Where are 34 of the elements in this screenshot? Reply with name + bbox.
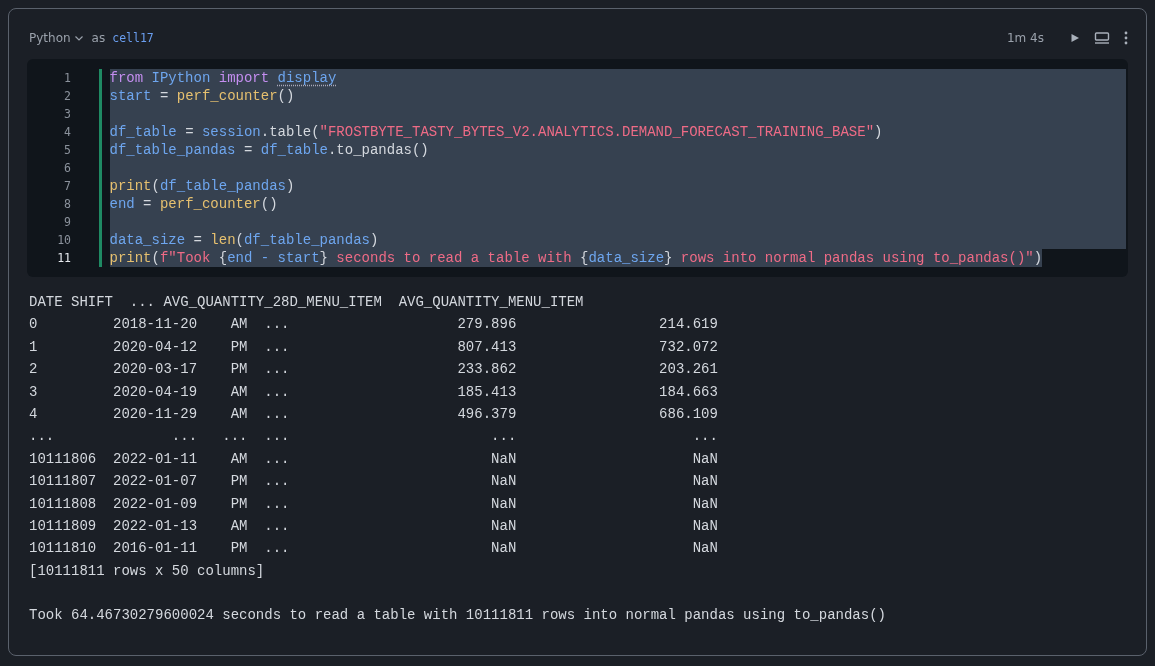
chevron-down-icon[interactable] — [73, 33, 84, 43]
language-label[interactable]: Python — [29, 31, 71, 45]
line-number: 1 — [63, 71, 71, 85]
output-line: 0 2018-11-20 AM ... 279.896 214.619 — [29, 315, 719, 335]
line-number: 9 — [63, 215, 71, 229]
line-number: 5 — [63, 143, 71, 157]
output-line: [10111811 rows x 50 columns] — [29, 561, 266, 581]
output-line: 3 2020-04-19 AM ... 185.413 184.663 — [29, 382, 719, 402]
output-line: 10111809 2022-01-13 AM ... NaN NaN — [29, 516, 719, 536]
output-line: 1 2020-04-12 PM ... 807.413 732.072 — [29, 337, 719, 357]
cell-name[interactable]: cell17 — [112, 31, 154, 45]
output-line: ... ... ... ... ... ... — [29, 427, 719, 447]
output-line: 4 2020-11-29 AM ... 496.379 686.109 — [29, 404, 719, 424]
output-line: 10111806 2022-01-11 AM ... NaN NaN — [29, 449, 719, 469]
line-number: 6 — [63, 161, 71, 175]
output-line: Took 64.46730279600024 seconds to read a table with 10111811 rows into normal pandas using to_pandas() — [29, 606, 887, 626]
line-number: 3 — [63, 107, 71, 121]
line-number: 7 — [63, 179, 71, 193]
as-label: as — [91, 31, 106, 45]
more-options-button[interactable] — [1124, 31, 1128, 45]
output-line: 10111807 2022-01-07 PM ... NaN NaN — [29, 472, 719, 492]
run-button[interactable] — [1070, 33, 1080, 43]
output-line: DATE SHIFT ... AVG_QUANTITY_28D_MENU_ITEM AVG_QUANTITY_MENU_ITEM — [29, 293, 585, 312]
line-number: 4 — [63, 125, 71, 139]
line-number: 8 — [63, 197, 71, 211]
line-number: 10 — [56, 233, 71, 247]
output-line: 2 2020-03-17 PM ... 233.862 203.261 — [29, 360, 719, 380]
run-duration: 1m 4s — [1006, 31, 1044, 45]
line-number: 2 — [63, 89, 71, 103]
code-editor[interactable] — [27, 59, 1128, 277]
line-number: 11 — [56, 251, 71, 265]
output-line: 10111810 2016-01-11 PM ... NaN NaN — [29, 539, 719, 559]
panel-toggle-button[interactable] — [1094, 32, 1110, 44]
output-line: 10111808 2022-01-09 PM ... NaN NaN — [29, 494, 719, 514]
